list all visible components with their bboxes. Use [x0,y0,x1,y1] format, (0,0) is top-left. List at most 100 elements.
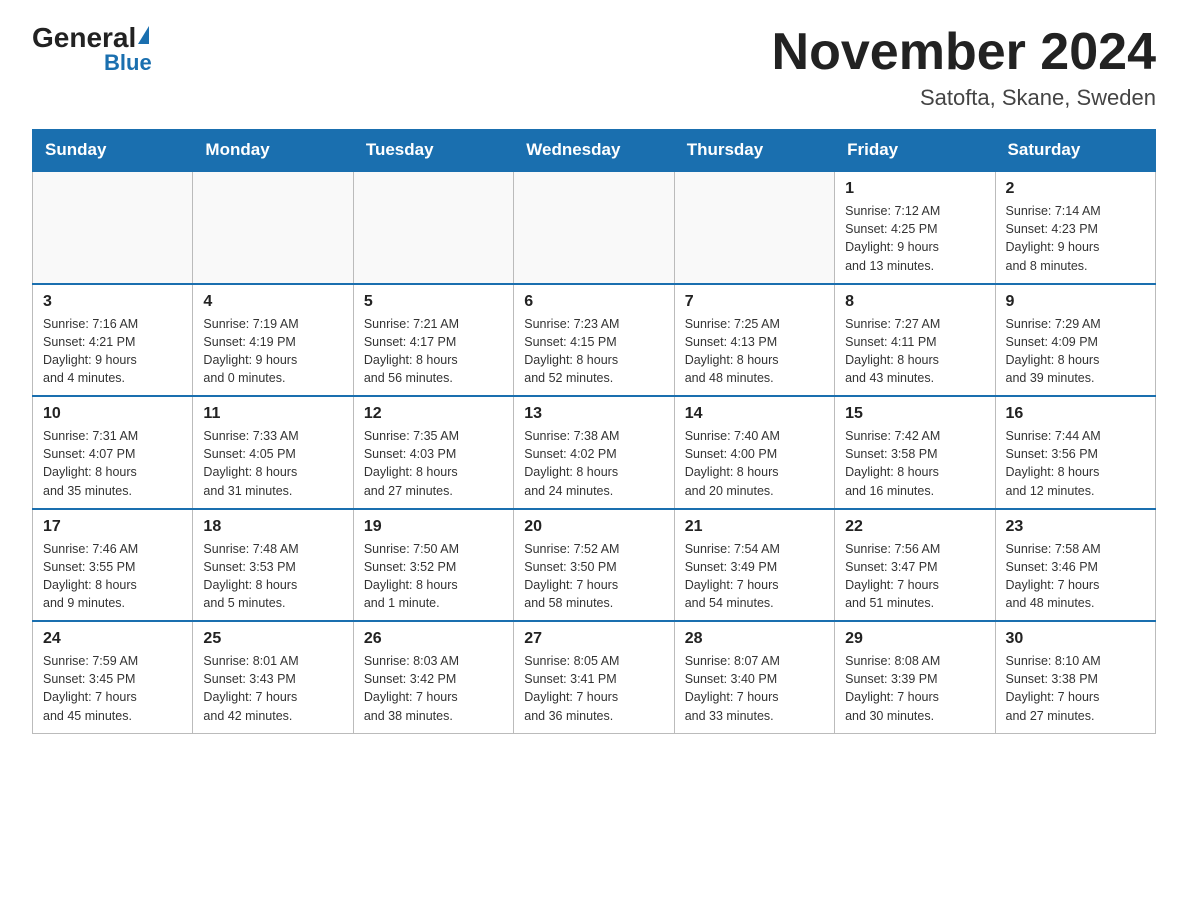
cell-w1d6: 2 Sunrise: 7:14 AM Sunset: 4:23 PM Daylig… [995,171,1155,284]
cell-w1d0 [33,171,193,284]
day-info: Sunrise: 8:08 AM Sunset: 3:39 PM Dayligh… [845,652,984,725]
day-number: 6 [524,293,663,311]
day-number: 17 [43,518,182,536]
cell-w5d6: 30 Sunrise: 8:10 AM Sunset: 3:38 PM Dayli… [995,621,1155,733]
week-row-5: 24Sunrise: 7:59 AM Sunset: 3:45 PM Dayli… [33,621,1156,733]
day-number: 8 [845,293,984,311]
week-row-4: 17 Sunrise: 7:46 AM Sunset: 3:55 PM Dayli… [33,509,1156,622]
page: General Blue November 2024 Satofta, Skan… [0,0,1188,758]
cell-w1d1 [193,171,353,284]
day-info: Sunrise: 7:40 AM Sunset: 4:00 PM Dayligh… [685,427,824,500]
cell-w4d3: 20Sunrise: 7:52 AM Sunset: 3:50 PM Dayli… [514,509,674,622]
day-info: Sunrise: 7:31 AM Sunset: 4:07 PM Dayligh… [43,427,182,500]
cell-w3d4: 14 Sunrise: 7:40 AM Sunset: 4:00 PM Dayli… [674,396,834,509]
day-number: 22 [845,518,984,536]
day-info: Sunrise: 8:07 AM Sunset: 3:40 PM Dayligh… [685,652,824,725]
day-number: 26 [364,630,503,648]
day-info: Sunrise: 7:33 AM Sunset: 4:05 PM Dayligh… [203,427,342,500]
day-number: 25 [203,630,342,648]
cell-w2d5: 8 Sunrise: 7:27 AM Sunset: 4:11 PM Daylig… [835,284,995,397]
cell-w2d2: 5 Sunrise: 7:21 AM Sunset: 4:17 PM Daylig… [353,284,513,397]
day-number: 30 [1006,630,1145,648]
day-info: Sunrise: 7:54 AM Sunset: 3:49 PM Dayligh… [685,540,824,613]
day-info: Sunrise: 7:21 AM Sunset: 4:17 PM Dayligh… [364,315,503,388]
cell-w2d0: 3 Sunrise: 7:16 AM Sunset: 4:21 PM Daylig… [33,284,193,397]
day-number: 29 [845,630,984,648]
cell-w5d4: 28 Sunrise: 8:07 AM Sunset: 3:40 PM Dayli… [674,621,834,733]
cell-w5d2: 26 Sunrise: 8:03 AM Sunset: 3:42 PM Dayli… [353,621,513,733]
cell-w1d4 [674,171,834,284]
cell-w3d1: 11 Sunrise: 7:33 AM Sunset: 4:05 PM Dayli… [193,396,353,509]
title-block: November 2024 Satofta, Skane, Sweden [772,24,1156,111]
col-friday: Friday [835,130,995,172]
day-number: 12 [364,405,503,423]
day-number: 3 [43,293,182,311]
cell-w5d1: 25 Sunrise: 8:01 AM Sunset: 3:43 PM Dayli… [193,621,353,733]
day-info: Sunrise: 7:38 AM Sunset: 4:02 PM Dayligh… [524,427,663,500]
day-info: Sunrise: 7:42 AM Sunset: 3:58 PM Dayligh… [845,427,984,500]
logo-blue-text: Blue [104,50,152,75]
logo-general-text: General [32,24,136,52]
day-info: Sunrise: 7:23 AM Sunset: 4:15 PM Dayligh… [524,315,663,388]
logo-general-line: General [32,24,149,52]
calendar-title: November 2024 [772,24,1156,81]
day-info: Sunrise: 8:03 AM Sunset: 3:42 PM Dayligh… [364,652,503,725]
day-number: 19 [364,518,503,536]
cell-w2d3: 6 Sunrise: 7:23 AM Sunset: 4:15 PM Daylig… [514,284,674,397]
day-info: Sunrise: 7:12 AM Sunset: 4:25 PM Dayligh… [845,202,984,275]
cell-w1d3 [514,171,674,284]
col-thursday: Thursday [674,130,834,172]
day-number: 28 [685,630,824,648]
day-info: Sunrise: 7:50 AM Sunset: 3:52 PM Dayligh… [364,540,503,613]
day-info: Sunrise: 7:19 AM Sunset: 4:19 PM Dayligh… [203,315,342,388]
week-row-1: 1Sunrise: 7:12 AM Sunset: 4:25 PM Daylig… [33,171,1156,284]
cell-w3d6: 16Sunrise: 7:44 AM Sunset: 3:56 PM Dayli… [995,396,1155,509]
day-number: 4 [203,293,342,311]
day-number: 15 [845,405,984,423]
day-info: Sunrise: 7:46 AM Sunset: 3:55 PM Dayligh… [43,540,182,613]
day-info: Sunrise: 8:01 AM Sunset: 3:43 PM Dayligh… [203,652,342,725]
cell-w3d2: 12Sunrise: 7:35 AM Sunset: 4:03 PM Dayli… [353,396,513,509]
day-number: 5 [364,293,503,311]
logo: General Blue [32,24,152,75]
cell-w4d6: 23 Sunrise: 7:58 AM Sunset: 3:46 PM Dayli… [995,509,1155,622]
day-info: Sunrise: 7:44 AM Sunset: 3:56 PM Dayligh… [1006,427,1145,500]
day-info: Sunrise: 7:14 AM Sunset: 4:23 PM Dayligh… [1006,202,1145,275]
calendar-body: 1Sunrise: 7:12 AM Sunset: 4:25 PM Daylig… [33,171,1156,733]
day-info: Sunrise: 7:27 AM Sunset: 4:11 PM Dayligh… [845,315,984,388]
day-info: Sunrise: 7:16 AM Sunset: 4:21 PM Dayligh… [43,315,182,388]
day-number: 14 [685,405,824,423]
week-row-3: 10 Sunrise: 7:31 AM Sunset: 4:07 PM Dayli… [33,396,1156,509]
logo-triangle-icon [138,26,149,44]
cell-w3d3: 13 Sunrise: 7:38 AM Sunset: 4:02 PM Dayli… [514,396,674,509]
day-info: Sunrise: 8:05 AM Sunset: 3:41 PM Dayligh… [524,652,663,725]
cell-w1d2 [353,171,513,284]
cell-w5d3: 27 Sunrise: 8:05 AM Sunset: 3:41 PM Dayli… [514,621,674,733]
day-number: 27 [524,630,663,648]
col-tuesday: Tuesday [353,130,513,172]
cell-w4d2: 19 Sunrise: 7:50 AM Sunset: 3:52 PM Dayli… [353,509,513,622]
logo-blue-line: Blue [68,52,152,75]
header: General Blue November 2024 Satofta, Skan… [32,24,1156,111]
cell-w3d5: 15 Sunrise: 7:42 AM Sunset: 3:58 PM Dayli… [835,396,995,509]
calendar-header: Sunday Monday Tuesday Wednesday Thursday… [33,130,1156,172]
day-info: Sunrise: 7:52 AM Sunset: 3:50 PM Dayligh… [524,540,663,613]
header-row: Sunday Monday Tuesday Wednesday Thursday… [33,130,1156,172]
day-number: 13 [524,405,663,423]
cell-w1d5: 1Sunrise: 7:12 AM Sunset: 4:25 PM Daylig… [835,171,995,284]
day-info: Sunrise: 8:10 AM Sunset: 3:38 PM Dayligh… [1006,652,1145,725]
day-number: 24 [43,630,182,648]
day-number: 2 [1006,180,1145,198]
calendar-subtitle: Satofta, Skane, Sweden [772,85,1156,111]
day-number: 10 [43,405,182,423]
cell-w4d5: 22Sunrise: 7:56 AM Sunset: 3:47 PM Dayli… [835,509,995,622]
day-number: 18 [203,518,342,536]
day-number: 21 [685,518,824,536]
cell-w4d4: 21 Sunrise: 7:54 AM Sunset: 3:49 PM Dayli… [674,509,834,622]
day-info: Sunrise: 7:48 AM Sunset: 3:53 PM Dayligh… [203,540,342,613]
day-number: 11 [203,405,342,423]
cell-w3d0: 10 Sunrise: 7:31 AM Sunset: 4:07 PM Dayli… [33,396,193,509]
cell-w2d6: 9Sunrise: 7:29 AM Sunset: 4:09 PM Daylig… [995,284,1155,397]
day-number: 23 [1006,518,1145,536]
day-info: Sunrise: 7:58 AM Sunset: 3:46 PM Dayligh… [1006,540,1145,613]
